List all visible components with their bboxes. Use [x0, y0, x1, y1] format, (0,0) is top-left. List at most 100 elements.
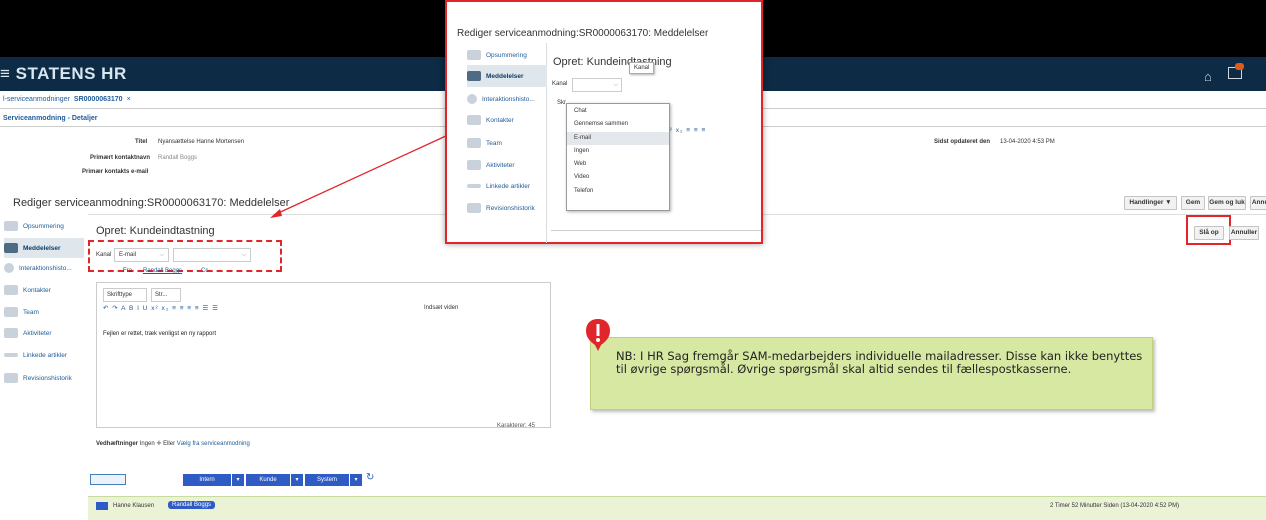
insert-knowledge-button[interactable]: Indsæt viden	[424, 305, 458, 311]
nav-team[interactable]: Team	[4, 302, 84, 322]
actions-menu-button[interactable]: Handlinger ▼	[1124, 196, 1177, 210]
superscript-icon[interactable]: x²	[151, 305, 158, 312]
kanal-secondary-select[interactable]: ⌵	[173, 248, 251, 262]
filter-kunde-dd[interactable]: ▾	[291, 474, 303, 486]
option-telefon[interactable]: Telefon	[567, 185, 669, 198]
filter-kunde[interactable]: Kunde	[246, 474, 290, 486]
subtab-details[interactable]: Serviceanmodning - Detaljer	[3, 115, 98, 122]
form-title: Opret: Kundeindtastning	[96, 225, 215, 237]
tab-sr[interactable]: SR0000063170	[74, 96, 123, 103]
popup-tooltip: Kanal	[629, 62, 655, 74]
link-icon	[467, 184, 481, 188]
team-icon	[4, 307, 18, 317]
font-color-icon[interactable]: A	[121, 305, 126, 312]
nav-meddelelser[interactable]: Meddelelser	[4, 238, 84, 258]
page-title: Rediger serviceanmodning:SR0000063170: M…	[13, 197, 290, 209]
subscript-icon[interactable]: x₂	[162, 305, 170, 312]
nav-kontakter[interactable]: Kontakter	[4, 280, 84, 300]
kanal-select[interactable]: E-mail ⌵	[114, 248, 169, 262]
history-icon	[467, 94, 477, 104]
cancel-button-2[interactable]: Annuller	[1229, 226, 1259, 240]
activities-icon	[467, 160, 481, 170]
activities-icon	[4, 328, 18, 338]
refresh-icon[interactable]: ↻	[366, 472, 374, 483]
popup-nav-kontakter[interactable]: Kontakter	[467, 110, 547, 130]
nav-revision[interactable]: Revisionshistorik	[4, 368, 84, 388]
option-email[interactable]: E-mail	[567, 131, 669, 145]
message-icon	[96, 502, 108, 510]
callout-arrow	[270, 134, 449, 218]
attach-none: Ingen	[139, 441, 155, 447]
popup-nav-team[interactable]: Team	[467, 133, 547, 153]
note-box: NB: I HR Sag fremgår SAM-medarbejders in…	[590, 337, 1153, 410]
nav-interaktion[interactable]: Interaktionshisto...	[4, 258, 84, 278]
contacts-icon	[4, 285, 18, 295]
from-value[interactable]: Randall Boggs	[143, 268, 182, 274]
option-ingen[interactable]: Ingen	[567, 145, 669, 158]
view-toggle-icon[interactable]	[90, 474, 126, 485]
updated-value: 13-04-2020 4:53 PM	[1000, 139, 1055, 145]
kanal-dropdown-list[interactable]: Chat Gennemse sammen E-mail Ingen Web Vi…	[566, 103, 670, 211]
filter-system[interactable]: System	[305, 474, 349, 486]
save-button[interactable]: Gem	[1181, 196, 1205, 210]
align-icon[interactable]: ≡ ≡ ≡ ≡	[172, 305, 200, 312]
history-icon	[4, 263, 14, 273]
contact-label: Primært kontaktnavn	[90, 155, 151, 161]
popup-nav-interaktion[interactable]: Interaktionshisto...	[467, 89, 547, 109]
home-icon[interactable]: ⌂	[1204, 69, 1212, 84]
filter-system-dd[interactable]: ▾	[350, 474, 362, 486]
kanal-label: Kanal	[96, 252, 112, 258]
revision-icon	[4, 373, 18, 383]
option-video[interactable]: Video	[567, 171, 669, 184]
italic-icon[interactable]: I	[137, 305, 140, 312]
font-type-select[interactable]: Skrifttype	[103, 288, 147, 302]
popup-font-type[interactable]: Skr	[557, 100, 566, 106]
underline-icon[interactable]: U	[143, 305, 149, 312]
from-label: Fra	[123, 268, 132, 274]
title-label: Titel	[135, 139, 148, 145]
attach-link[interactable]: Vælg fra serviceanmodning	[177, 441, 250, 447]
popup-nav-aktiviteter[interactable]: Aktiviteter	[467, 155, 547, 175]
editor-toolbar[interactable]: ↶ ↷ A B I U x² x₂ ≡ ≡ ≡ ≡ ☰ ☰	[103, 304, 417, 315]
link-icon	[4, 353, 18, 357]
filter-intern[interactable]: Intern	[183, 474, 231, 486]
option-chat[interactable]: Chat	[567, 105, 669, 118]
cancel-button[interactable]: Annuller	[1250, 196, 1266, 210]
editor-body[interactable]: Fejlen er rettet, træk venligst en ny ra…	[103, 331, 216, 337]
post-button-highlight	[1186, 215, 1231, 245]
popup-nav-opsummering[interactable]: Opsummering	[467, 45, 547, 65]
option-gennemse[interactable]: Gennemse sammen	[567, 118, 669, 131]
font-size-select[interactable]: Str...	[151, 288, 181, 302]
message-to[interactable]: Randall Boggs	[168, 501, 216, 509]
tab-serviceanmodninger[interactable]: l-serviceanmodninger	[3, 96, 70, 103]
popup-kanal-select[interactable]: ⌵	[572, 78, 622, 92]
popup-nav-revision[interactable]: Revisionshistorik	[467, 198, 547, 218]
char-count: Karakterer: 45	[497, 423, 536, 429]
message-time: 2 Timer 52 Minutter Siden (13-04-2020 4:…	[1050, 503, 1180, 509]
popup-nav-meddelelser[interactable]: Meddelelser	[467, 65, 547, 87]
redo-icon[interactable]: ↷	[112, 305, 118, 312]
warning-icon	[586, 319, 610, 351]
team-icon	[467, 138, 481, 148]
revision-icon	[467, 203, 481, 213]
undo-icon[interactable]: ↶	[103, 305, 109, 312]
bold-icon[interactable]: B	[129, 305, 134, 312]
messages-icon	[4, 243, 18, 253]
nav-aktiviteter[interactable]: Aktiviteter	[4, 323, 84, 343]
title-value: Nyansættelse Hanne Mortensen	[158, 139, 245, 145]
nav-opsummering[interactable]: Opsummering	[4, 216, 84, 236]
summary-icon	[4, 221, 18, 231]
messages-icon	[467, 71, 481, 81]
option-web[interactable]: Web	[567, 158, 669, 171]
nav-linkede[interactable]: Linkede artikler	[4, 345, 84, 365]
popup-nav-linkede[interactable]: Linkede artikler	[467, 176, 547, 196]
list-icon[interactable]: ☰ ☰	[203, 305, 219, 312]
tab-close-icon[interactable]: ×	[127, 96, 131, 103]
brand-logo[interactable]: ≡ STATENS HR	[0, 64, 127, 84]
save-close-button[interactable]: Gem og luk	[1208, 196, 1246, 210]
popup-kanal-label: Kanal	[552, 81, 568, 87]
cc-link[interactable]: Cc	[201, 268, 208, 274]
attach-add-icon[interactable]: ✚	[156, 441, 161, 447]
attach-label: Vedhæftninger	[96, 441, 139, 447]
filter-intern-dd[interactable]: ▾	[232, 474, 244, 486]
